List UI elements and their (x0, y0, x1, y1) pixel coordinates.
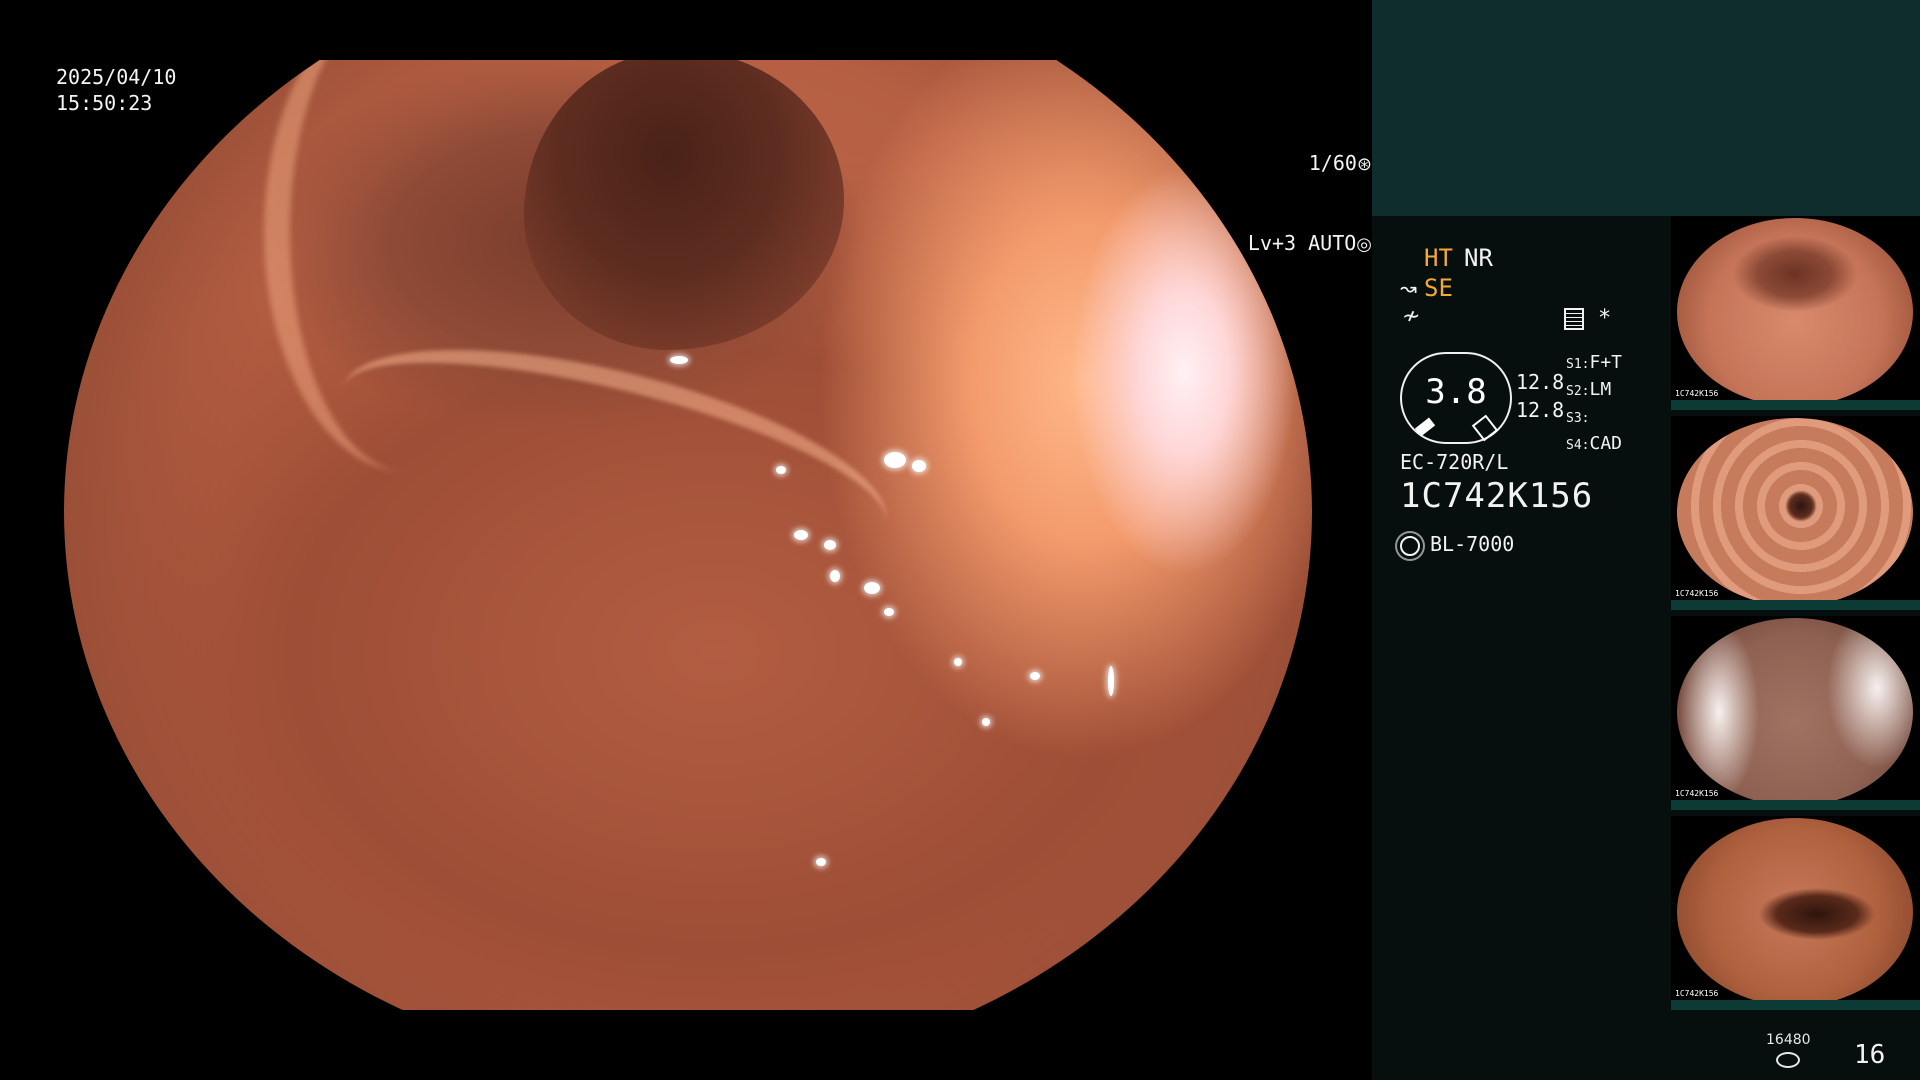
specular-highlight (830, 570, 840, 582)
zoom-gauge: 3.8 (1400, 352, 1512, 444)
storage-count: 16480 (1766, 1032, 1811, 1048)
specular-highlight (776, 466, 786, 474)
iris-mode: Lv+3 AUTO (1247, 231, 1357, 255)
specular-highlight (1030, 672, 1040, 680)
switch-s2: S2:LM (1566, 379, 1612, 400)
scope-model: EC-720R/L (1400, 450, 1509, 474)
mucosa-fold (321, 306, 907, 606)
thumbnail-bar (1671, 1000, 1920, 1010)
patient-info-area (1372, 0, 1920, 216)
thumbnail-image (1677, 418, 1913, 606)
specular-highlight (982, 718, 990, 726)
stat-upper: 12.8 (1516, 370, 1565, 394)
thumbnail-image (1677, 618, 1913, 806)
iris-icon: ◎ (1356, 234, 1372, 255)
endoscopy-monitor: 2025/04/10 15:50:23 1/60⊛ Lv+3 AUTO◎ HT … (0, 0, 1920, 1080)
shutter-speed-line: 1/60⊛ (52, 150, 1372, 178)
thumbnail-serial: 1C742K156 (1675, 789, 1719, 798)
scope-serial: 1C742K156 (1400, 476, 1594, 516)
switch-s3: S3: (1566, 411, 1590, 426)
gauge-left-marker (1414, 417, 1436, 437)
specular-highlight (912, 460, 926, 472)
structure-enhance-icon: ↝ (1400, 276, 1417, 300)
switch-s1: S1:F+T (1566, 352, 1622, 373)
thumbnail-bar (1671, 400, 1920, 410)
asterisk-indicator: * (1598, 306, 1612, 331)
se-indicator: SE (1424, 274, 1453, 302)
specular-highlight (884, 608, 894, 616)
thumbnail-2[interactable]: 1C742K156 (1671, 416, 1920, 610)
switch-s4: S4:CAD (1566, 433, 1622, 454)
filter-icon: ≁ (1402, 304, 1421, 329)
scope-switch-list: S1:F+T S2:LM S3: S4:CAD (1566, 350, 1622, 458)
specular-highlight (794, 530, 808, 540)
light-source-label: BL-7000 (1430, 532, 1515, 556)
captured-images: 1C742K156 1C742K156 1C742K156 1C742K156 (1671, 216, 1920, 1016)
iris-line: Lv+3 AUTO◎ (52, 230, 1372, 258)
specular-highlight (1108, 666, 1114, 696)
storage-icon (1776, 1052, 1800, 1068)
specular-highlight (824, 540, 836, 550)
nr-indicator: NR (1464, 244, 1493, 272)
thumbnail-bar (1671, 800, 1920, 810)
exposure-info: 1/60⊛ Lv+3 AUTO◎ (52, 98, 1372, 310)
recording-indicators: * (1564, 306, 1611, 331)
thumbnail-image (1677, 218, 1913, 406)
light-source: BL-7000 (1400, 532, 1514, 556)
specular-highlight (816, 858, 826, 866)
shutter-speed: 1/60 (1308, 151, 1357, 175)
document-icon (1564, 308, 1584, 330)
thumbnail-serial: 1C742K156 (1675, 589, 1719, 598)
date: 2025/04/10 (56, 65, 177, 89)
specular-highlight (884, 452, 906, 468)
shutter-icon: ⊛ (1356, 154, 1372, 175)
thumbnail-1[interactable]: 1C742K156 (1671, 216, 1920, 410)
thumbnail-serial: 1C742K156 (1675, 389, 1719, 398)
ht-indicator: HT (1424, 244, 1453, 272)
thumbnail-4[interactable]: 1C742K156 (1671, 816, 1920, 1010)
gauge-value: 3.8 (1425, 372, 1487, 412)
specular-highlight (670, 356, 688, 364)
thumbnail-bar (1671, 600, 1920, 610)
thumbnail-serial: 1C742K156 (1675, 989, 1719, 998)
specular-highlight (864, 582, 880, 594)
thumbnail-image (1677, 818, 1913, 1006)
thumbnail-3[interactable]: 1C742K156 (1671, 616, 1920, 810)
specular-highlight (954, 658, 962, 666)
live-endoscope-view: 2025/04/10 15:50:23 1/60⊛ Lv+3 AUTO◎ (0, 0, 1372, 1080)
image-count: 16 (1854, 1040, 1886, 1070)
light-icon (1400, 535, 1420, 556)
stat-lower: 12.8 (1516, 398, 1565, 422)
